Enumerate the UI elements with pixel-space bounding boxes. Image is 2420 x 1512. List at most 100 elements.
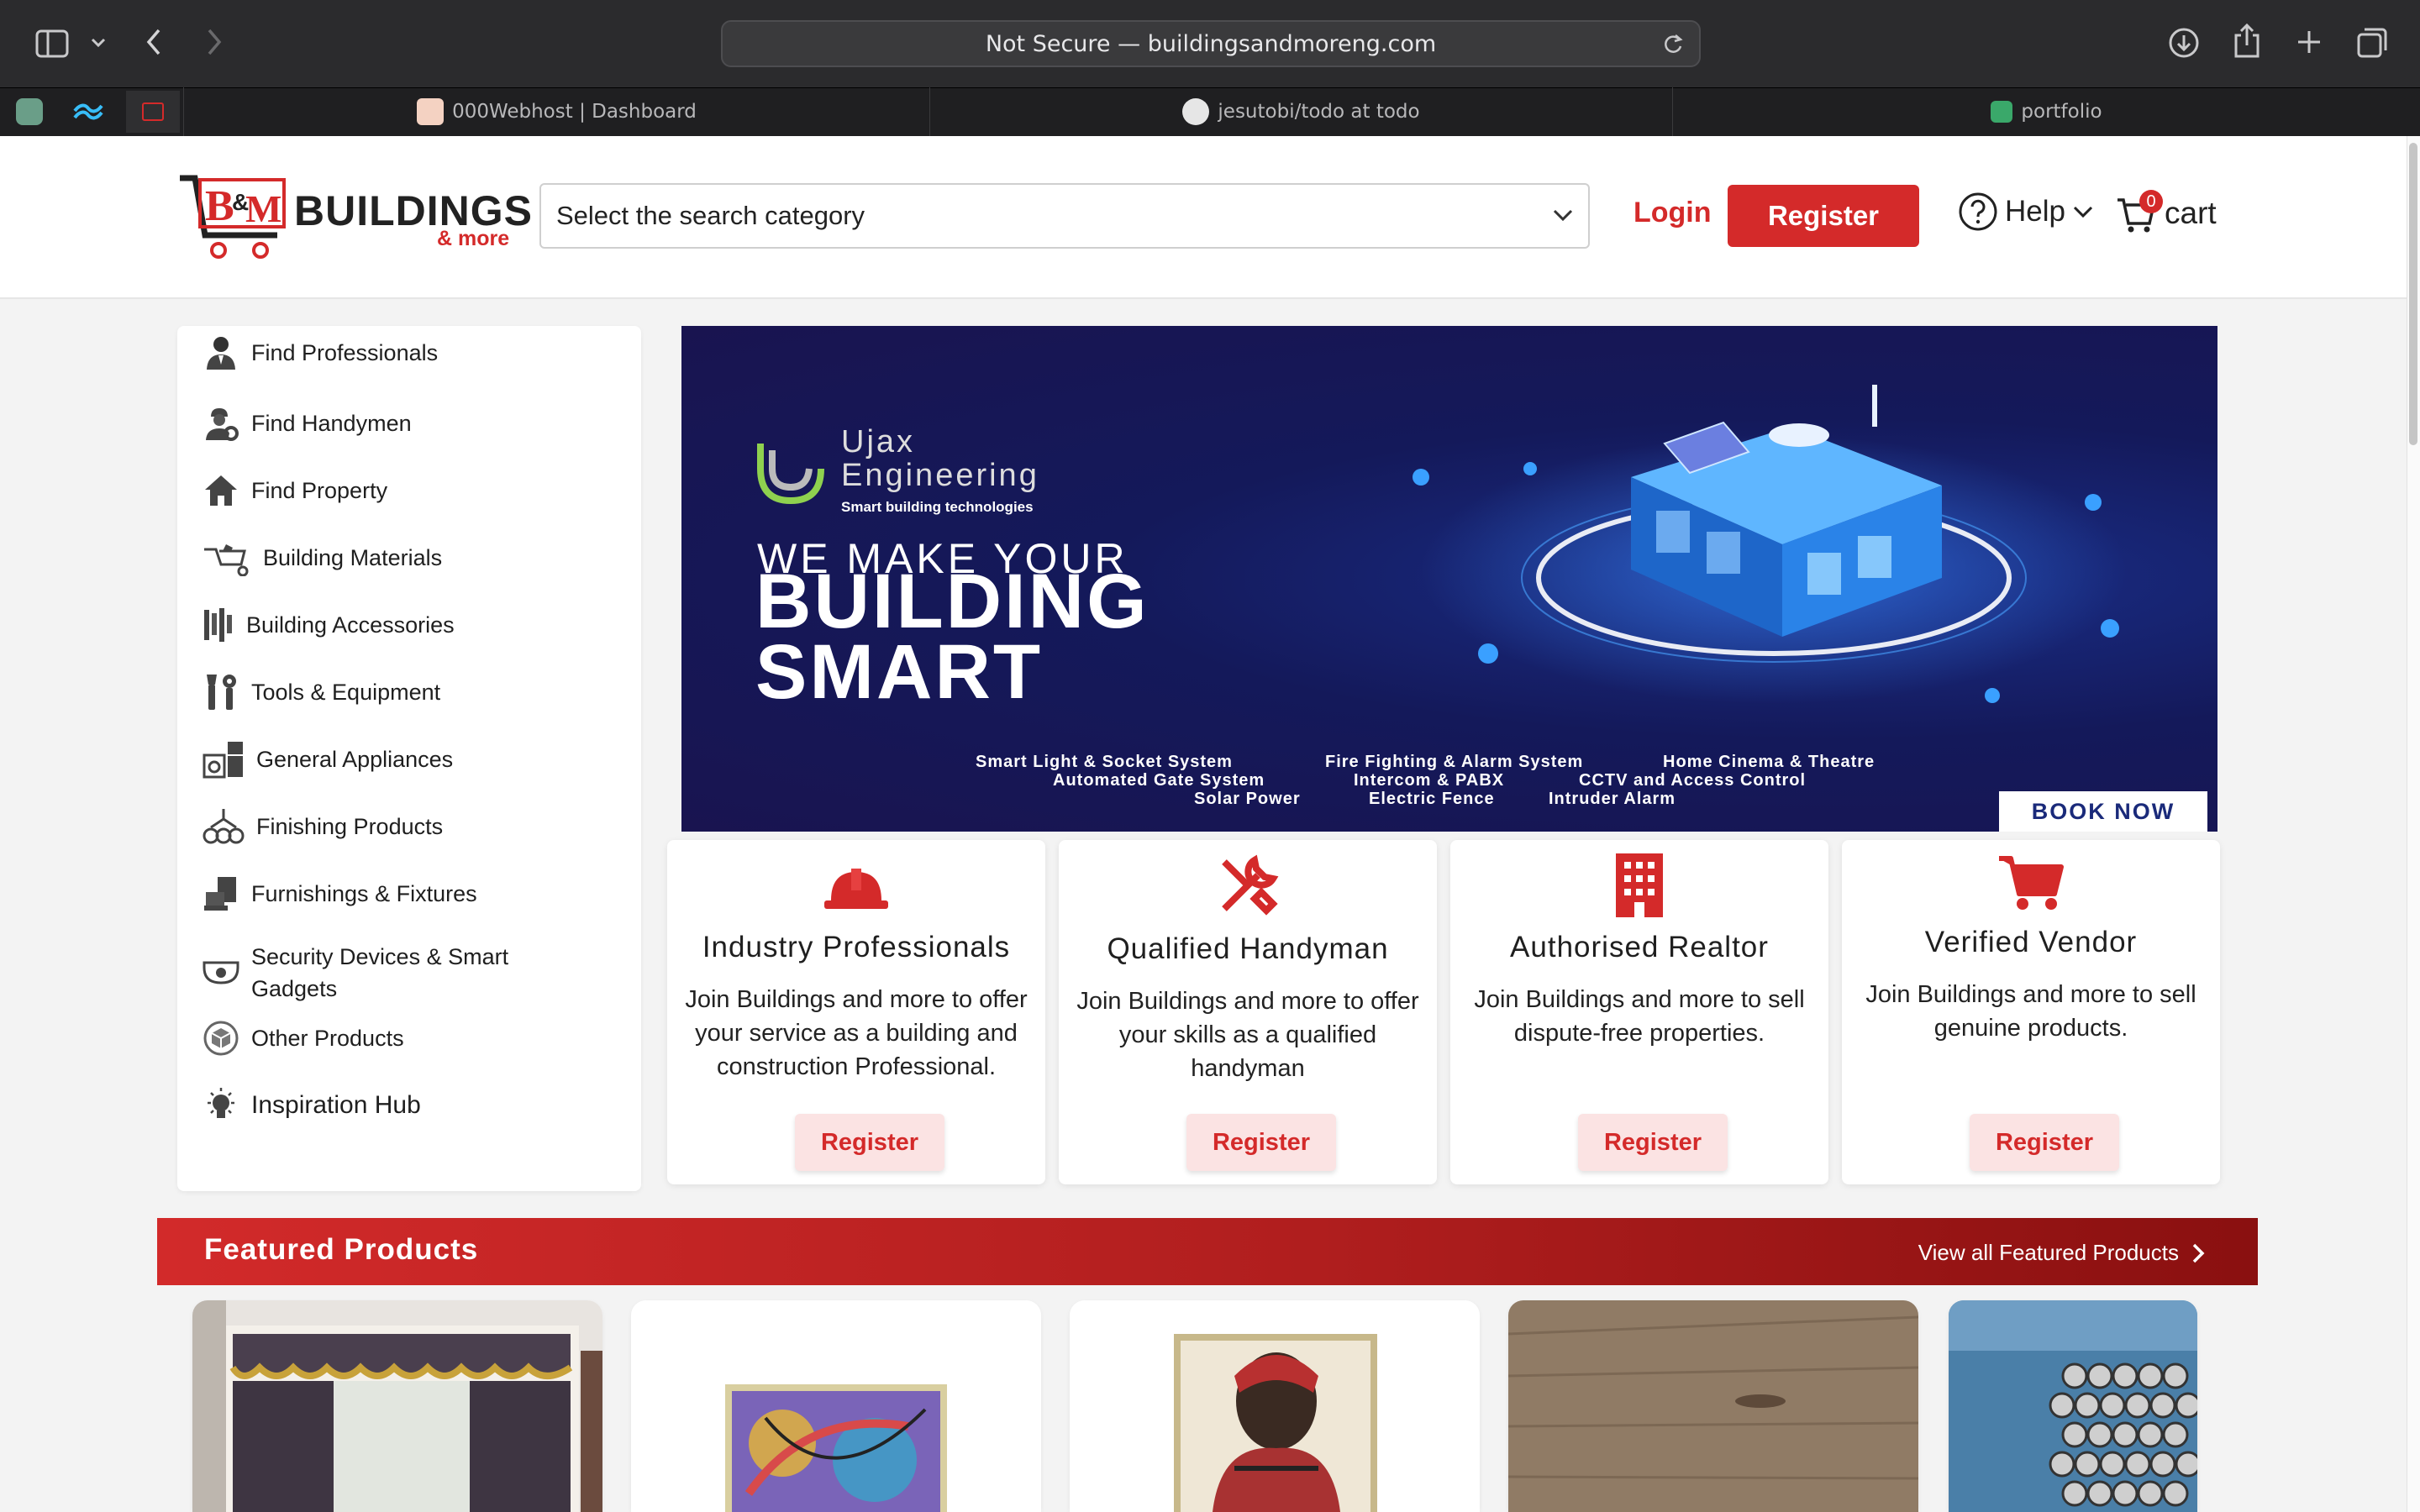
card-qualified-handyman: Qualified Handyman Join Buildings and mo… <box>1059 840 1437 1184</box>
sidebar-item-label: Furnishings & Fixtures <box>251 880 477 906</box>
reload-icon[interactable] <box>1662 32 1684 61</box>
sidebar-item-inspiration-hub[interactable]: Inspiration Hub <box>203 1087 421 1124</box>
sidebar-item-label: Tools & Equipment <box>251 679 441 705</box>
svg-text:B: B <box>205 182 234 230</box>
appliances-icon <box>203 741 245 779</box>
ujax-logo-icon <box>757 444 824 505</box>
product-card-portrait-painting[interactable] <box>1070 1300 1480 1512</box>
logo-cart-icon: B & M <box>180 175 286 259</box>
card-title: Industry Professionals <box>702 931 1011 963</box>
category-sidebar: Find Professionals Find Handymen Find Pr… <box>177 326 641 1191</box>
cart-link[interactable]: 0 cart <box>2116 190 2217 235</box>
cart-label: cart <box>2165 196 2217 230</box>
view-all-label: View all Featured Products <box>1918 1240 2179 1265</box>
card-title: Verified Vendor <box>1924 926 2138 958</box>
sidebar-item-find-professionals[interactable]: Find Professionals <box>203 334 438 371</box>
card-industry-professionals: Industry Professionals Join Buildings an… <box>667 840 1045 1184</box>
url-text: Not Secure — buildingsandmoreng.com <box>985 30 1437 57</box>
tab-portfolio[interactable]: portfolio <box>1672 87 2420 136</box>
sidebar-item-label: Building Materials <box>263 544 443 570</box>
sidebar-item-find-property[interactable]: Find Property <box>203 472 387 509</box>
scrollbar-thumb[interactable] <box>2409 143 2417 445</box>
chevron-down-icon[interactable] <box>87 30 109 55</box>
pinned-tab-buildings[interactable] <box>126 91 180 133</box>
back-icon[interactable] <box>139 25 168 59</box>
svg-text:M: M <box>245 187 281 230</box>
sidebar-item-furnishings-fixtures[interactable]: Furnishings & Fixtures <box>203 875 477 912</box>
product-card-abstract-painting[interactable] <box>631 1300 1041 1512</box>
product-card-curtains[interactable] <box>192 1300 602 1512</box>
banner-feature: Smart Light & Socket System <box>976 753 1233 771</box>
register-realtor-button[interactable]: Register <box>1578 1114 1728 1171</box>
logo-sub-text: & more <box>437 227 510 250</box>
sidebar-item-tools-equipment[interactable]: Tools & Equipment <box>203 674 440 711</box>
card-description: Join Buildings and more to sell genuine … <box>1865 981 2196 1042</box>
sidebar-item-other-products[interactable]: Other Products <box>203 1020 404 1057</box>
curtains-product-image <box>192 1300 602 1512</box>
sidebar-item-building-materials[interactable]: Building Materials <box>203 539 442 576</box>
professional-icon <box>203 334 239 371</box>
login-link[interactable]: Login <box>1634 197 1712 229</box>
sidebar-toggle-icon[interactable] <box>34 27 71 60</box>
search-category-select[interactable]: Select the search category <box>539 183 1590 249</box>
portfolio-icon <box>1991 101 2013 123</box>
tools-icon <box>203 674 239 711</box>
sidebar-item-building-accessories[interactable]: Building Accessories <box>203 606 455 643</box>
question-circle-icon <box>1959 192 1997 231</box>
download-icon[interactable] <box>2166 25 2202 60</box>
wrench-screwdriver-icon <box>1214 852 1281 919</box>
site-logo[interactable]: B & M BUILDINGS & more <box>176 173 532 265</box>
furniture-icon <box>203 875 239 912</box>
pinned-tab-chatgpt[interactable] <box>3 91 55 133</box>
product-card-wire-rolls[interactable] <box>1949 1300 2197 1512</box>
wheelbarrow-icon <box>203 539 251 576</box>
tab-label: portfolio <box>2021 101 2102 123</box>
search-category-value: Select the search category <box>556 201 865 230</box>
register-vendor-button[interactable]: Register <box>1970 1114 2119 1171</box>
tab-overview-icon[interactable] <box>2354 25 2390 60</box>
chevron-right-icon <box>2192 1243 2205 1263</box>
banner-feature: CCTV and Access Control <box>1579 771 1807 790</box>
sidebar-item-general-appliances[interactable]: General Appliances <box>203 741 453 779</box>
promo-banner[interactable]: Ujax Engineering Smart building technolo… <box>681 326 2217 832</box>
buildings-favicon-icon <box>142 102 164 121</box>
site-header: B & M BUILDINGS & more Select the search… <box>0 136 2407 299</box>
address-bar[interactable]: Not Secure — buildingsandmoreng.com <box>721 20 1701 67</box>
register-professional-button[interactable]: Register <box>795 1114 944 1171</box>
wood-plank-image <box>1508 1300 1918 1512</box>
sidebar-item-label: Building Accessories <box>246 612 455 638</box>
new-tab-icon[interactable] <box>2292 25 2326 59</box>
chevron-down-icon <box>2073 206 2093 218</box>
product-card-wood-plank[interactable] <box>1508 1300 1918 1512</box>
sidebar-item-label: Find Professionals <box>251 339 439 365</box>
banner-headline-2: BUILDING SMART <box>755 559 1150 715</box>
tab-github[interactable]: jesutobi/todo at todo <box>929 87 1672 136</box>
paint-icon <box>203 808 245 845</box>
github-icon <box>1182 98 1210 125</box>
view-all-featured-link[interactable]: View all Featured Products <box>1918 1240 2206 1266</box>
banner-feature: Electric Fence <box>1369 790 1495 808</box>
forward-icon[interactable] <box>200 25 229 59</box>
sidebar-item-security-devices[interactable]: Security Devices & Smart Gadgets <box>203 941 562 1005</box>
tab-000webhost[interactable]: 000Webhost | Dashboard <box>183 87 929 136</box>
book-now-button[interactable]: BOOK NOW <box>1999 791 2207 832</box>
help-label: Help <box>2005 195 2065 228</box>
sidebar-item-finishing-products[interactable]: Finishing Products <box>203 808 443 845</box>
card-authorised-realtor: Authorised Realtor Join Buildings and mo… <box>1450 840 1828 1184</box>
banner-feature: Home Cinema & Theatre <box>1663 753 1876 771</box>
page-content: B & M BUILDINGS & more Select the search… <box>0 136 2407 1512</box>
abstract-painting-image <box>631 1300 1041 1512</box>
bulb-icon <box>203 1087 239 1124</box>
handyman-icon <box>203 405 239 442</box>
banner-feature: Intercom & PABX <box>1354 771 1505 790</box>
share-icon[interactable] <box>2230 22 2264 60</box>
card-description: Join Buildings and more to sell dispute-… <box>1474 986 1805 1047</box>
pinned-tab-tailwind[interactable] <box>62 91 114 133</box>
sidebar-item-find-handymen[interactable]: Find Handymen <box>203 405 412 442</box>
chevron-down-icon <box>1553 209 1573 222</box>
accessories-icon <box>203 606 234 643</box>
register-button[interactable]: Register <box>1728 185 1919 247</box>
help-menu[interactable]: Help <box>1958 192 2094 232</box>
register-handyman-button[interactable]: Register <box>1186 1114 1336 1171</box>
chatgpt-icon <box>16 98 43 125</box>
